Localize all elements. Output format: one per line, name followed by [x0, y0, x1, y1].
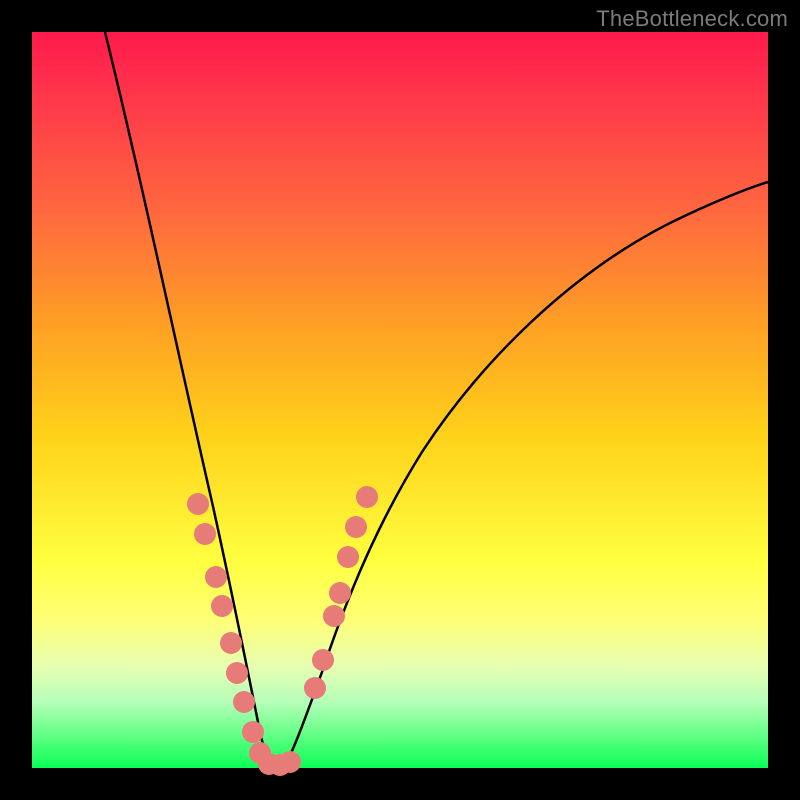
- scatter-right: [304, 486, 378, 699]
- curve-right-branch: [284, 182, 768, 767]
- scatter-left: [187, 493, 301, 776]
- chart-plot-area: [32, 32, 768, 768]
- chart-svg: [32, 32, 768, 768]
- watermark-text: TheBottleneck.com: [596, 6, 788, 32]
- chart-frame: TheBottleneck.com: [0, 0, 800, 800]
- curve-left-branch: [105, 32, 272, 767]
